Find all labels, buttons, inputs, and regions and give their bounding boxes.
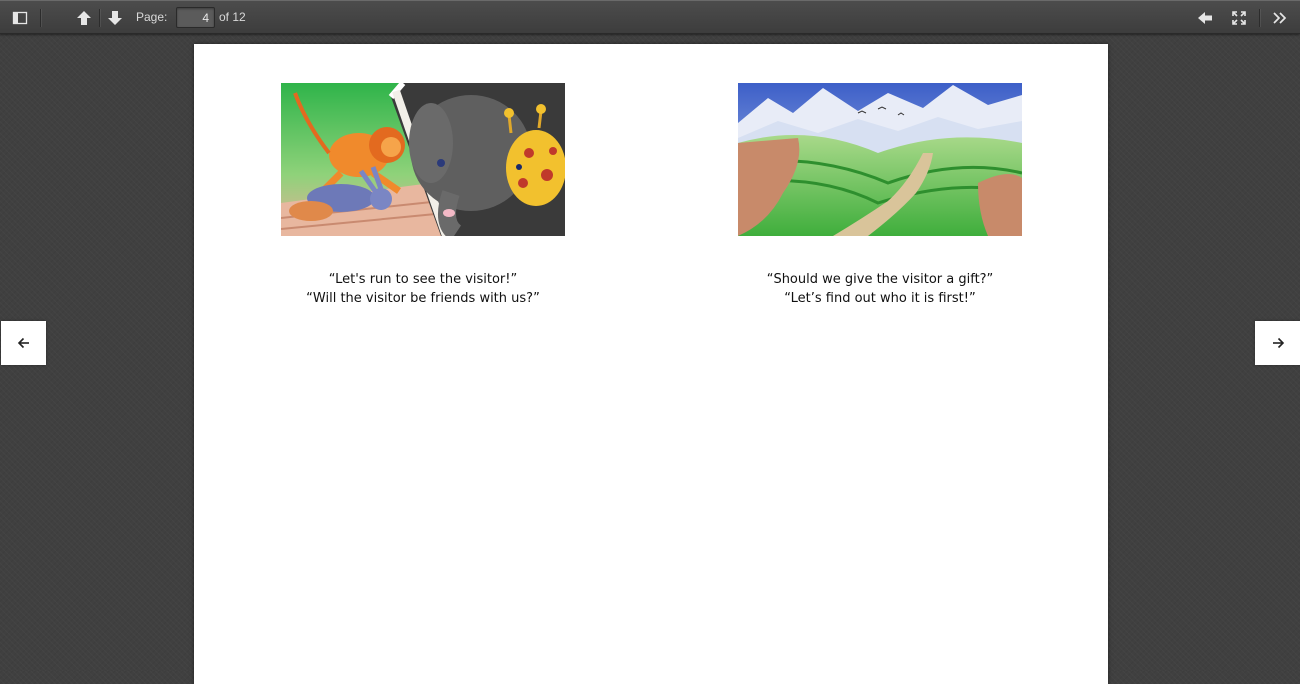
left-page-caption: “Let's run to see the visitor!” “Will th… bbox=[213, 270, 633, 308]
right-page-caption: “Should we give the visitor a gift?” “Le… bbox=[670, 270, 1090, 308]
toolbar-separator bbox=[1259, 9, 1260, 27]
previous-page-button[interactable] bbox=[71, 5, 97, 31]
previous-spread-button[interactable] bbox=[1, 321, 46, 365]
fullscreen-icon bbox=[1232, 11, 1246, 25]
tools-button[interactable] bbox=[1267, 5, 1293, 31]
arrow-down-icon bbox=[108, 11, 122, 25]
next-spread-button[interactable] bbox=[1255, 321, 1300, 365]
arrow-up-icon bbox=[77, 11, 91, 25]
arrow-left-icon bbox=[1198, 12, 1212, 24]
sidebar-toggle-icon bbox=[12, 11, 28, 25]
page-label: Page: bbox=[136, 10, 168, 24]
page-count: of 12 bbox=[219, 10, 246, 24]
animals-running-illustration bbox=[281, 83, 565, 236]
document-page: “Let's run to see the visitor!” “Will th… bbox=[194, 44, 1108, 684]
next-page-button[interactable] bbox=[102, 5, 128, 31]
double-chevron-right-icon bbox=[1273, 12, 1287, 24]
fullscreen-button[interactable] bbox=[1226, 5, 1252, 31]
presentation-back-button[interactable] bbox=[1192, 5, 1218, 31]
arrow-right-icon bbox=[1272, 337, 1284, 349]
caption-line: “Let's run to see the visitor!” bbox=[328, 272, 518, 287]
page-number-input[interactable] bbox=[176, 7, 215, 28]
toolbar-separator bbox=[40, 9, 41, 27]
sidebar-toggle-button[interactable] bbox=[7, 5, 33, 31]
valley-landscape-illustration bbox=[738, 83, 1022, 236]
caption-line: “Should we give the visitor a gift?” bbox=[766, 272, 994, 287]
arrow-left-icon bbox=[17, 337, 29, 349]
toolbar-separator bbox=[99, 9, 100, 27]
viewer-toolbar: Page: of 12 bbox=[0, 0, 1300, 34]
caption-line: “Will the visitor be friends with us?” bbox=[306, 291, 540, 306]
caption-line: “Let’s find out who it is first!” bbox=[784, 291, 976, 306]
